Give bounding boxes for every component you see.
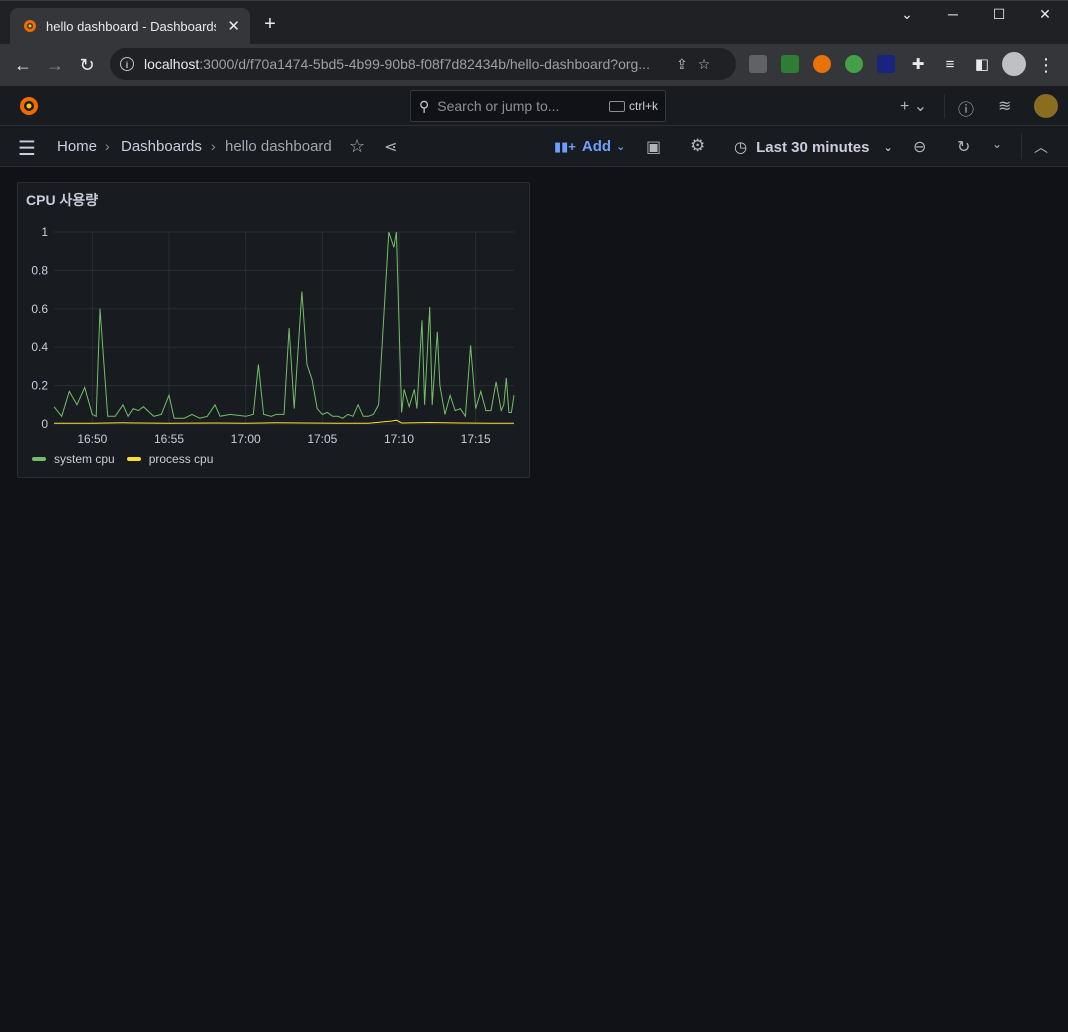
html5-extension-icon[interactable] — [749, 55, 767, 73]
close-window-icon[interactable]: ✕ — [1032, 6, 1058, 26]
divider — [944, 94, 945, 118]
side-panel-icon[interactable]: ◧ — [970, 53, 994, 77]
y-tick-label: 1 — [41, 225, 48, 239]
media-control-icon[interactable]: ≡ — [938, 53, 962, 77]
menu-hamburger-icon[interactable]: ☰ — [18, 136, 36, 161]
x-tick-label: 17:05 — [307, 432, 337, 446]
favorite-star-icon[interactable]: ☆ — [349, 136, 365, 157]
news-rss-icon[interactable]: ≋ — [998, 96, 1011, 116]
keyboard-shortcut: ctrl+k — [608, 99, 658, 113]
new-tab-icon[interactable]: + — [260, 14, 280, 34]
share-icon[interactable]: ⇪ — [676, 56, 688, 73]
search-icon: ⚲ — [419, 97, 430, 114]
bookmark-star-icon[interactable]: ☆ — [698, 56, 711, 73]
add-panel-icon: ▮▮+ — [554, 138, 576, 154]
add-button[interactable]: ▮▮+ Add ⌄ — [554, 138, 625, 155]
image-extension-icon[interactable] — [781, 55, 799, 73]
series-line-process-cpu — [54, 419, 514, 424]
x-tick-label: 17:10 — [384, 432, 414, 446]
x-tick-label: 16:50 — [77, 432, 107, 446]
x-tick-label: 16:55 — [154, 432, 184, 446]
clock-icon: ◷ — [734, 139, 748, 156]
cpu-chart[interactable]: 0 0.2 0.4 0.6 0.8 1 16:50 16:55 17:00 17:05 17:10 1… — [17, 222, 530, 452]
tab-search-icon[interactable]: ⌄ — [894, 6, 920, 26]
keyboard-icon — [608, 100, 625, 112]
legend-item-process-cpu[interactable]: process cpu — [126, 452, 213, 466]
x-tick-label: 17:15 — [461, 432, 491, 446]
browser-menu-icon[interactable]: ⋮ — [1034, 53, 1058, 77]
back-icon[interactable]: ← — [11, 53, 35, 77]
grafana-logo-icon[interactable] — [17, 94, 41, 118]
shield-extension-icon[interactable] — [877, 55, 895, 73]
panel-title[interactable]: CPU 사용량 — [26, 190, 98, 210]
profile-avatar[interactable] — [1002, 52, 1026, 76]
collapse-chevron-up-icon[interactable]: ︿ — [1034, 137, 1048, 157]
forward-icon[interactable]: → — [43, 53, 67, 77]
chart-legend: system cpu process cpu — [32, 452, 225, 466]
close-tab-icon[interactable]: ✕ — [227, 17, 240, 35]
y-tick-label: 0.4 — [31, 340, 48, 354]
user-avatar[interactable] — [1034, 94, 1058, 118]
search-box[interactable]: ⚲ Search or jump to... ctrl+k — [410, 90, 666, 122]
breadcrumb-dashboards[interactable]: Dashboards — [121, 138, 202, 155]
legend-swatch — [126, 457, 141, 461]
new-plus-icon[interactable]: + ⌄ — [900, 96, 927, 116]
help-icon[interactable]: ⓘ — [958, 96, 974, 120]
breadcrumb-current: hello dashboard — [225, 138, 332, 155]
y-tick-label: 0 — [41, 417, 48, 431]
address-bar[interactable]: i localhost:3000/d/f70a1474-5bd5-4b99-90… — [110, 48, 736, 80]
refresh-icon[interactable]: ↻ — [957, 137, 970, 157]
series-line-system-cpu — [53, 231, 515, 419]
y-tick-label: 0.8 — [31, 263, 48, 277]
zoom-out-icon[interactable]: ⊖ — [913, 137, 926, 157]
breadcrumb-home[interactable]: Home — [57, 138, 97, 155]
y-tick-label: 0.2 — [31, 379, 48, 393]
chevron-down-icon: ⌄ — [883, 141, 893, 154]
legend-swatch — [32, 457, 46, 461]
js-extension-icon[interactable] — [845, 55, 863, 73]
y-tick-label: 0.6 — [31, 302, 48, 316]
browser-tab[interactable]: hello dashboard - Dashboards - Grafana ✕ — [10, 8, 250, 44]
breadcrumb-separator-icon: › — [211, 138, 216, 154]
site-info-icon[interactable]: i — [120, 57, 134, 71]
x-tick-label: 17:00 — [231, 432, 261, 446]
url-text[interactable]: localhost:3000/d/f70a1474-5bd5-4b99-90b8… — [144, 56, 666, 72]
divider — [1021, 133, 1022, 159]
orange-extension-icon[interactable] — [813, 55, 831, 73]
breadcrumb-separator-icon: › — [105, 138, 110, 154]
search-placeholder: Search or jump to... — [437, 98, 560, 114]
refresh-interval-chevron-icon[interactable]: ⌄ — [992, 137, 1002, 151]
minimize-icon[interactable]: ─ — [940, 6, 966, 26]
grafana-favicon-icon — [24, 20, 36, 32]
reload-icon[interactable]: ↻ — [75, 53, 99, 77]
chevron-down-icon: ⌄ — [616, 141, 626, 153]
tab-title: hello dashboard - Dashboards - Grafana — [46, 18, 216, 34]
share-dashboard-icon[interactable]: ⋖ — [384, 137, 397, 157]
dashboard-settings-gear-icon[interactable]: ⚙ — [690, 136, 705, 156]
maximize-icon[interactable]: ☐ — [986, 6, 1012, 26]
time-range-picker[interactable]: ◷ Last 30 minutes ⌄ — [734, 138, 893, 157]
save-dashboard-icon[interactable]: ▣ — [646, 137, 661, 157]
legend-item-system-cpu[interactable]: system cpu — [32, 452, 115, 466]
extensions-puzzle-icon[interactable]: ✚ — [906, 53, 930, 77]
